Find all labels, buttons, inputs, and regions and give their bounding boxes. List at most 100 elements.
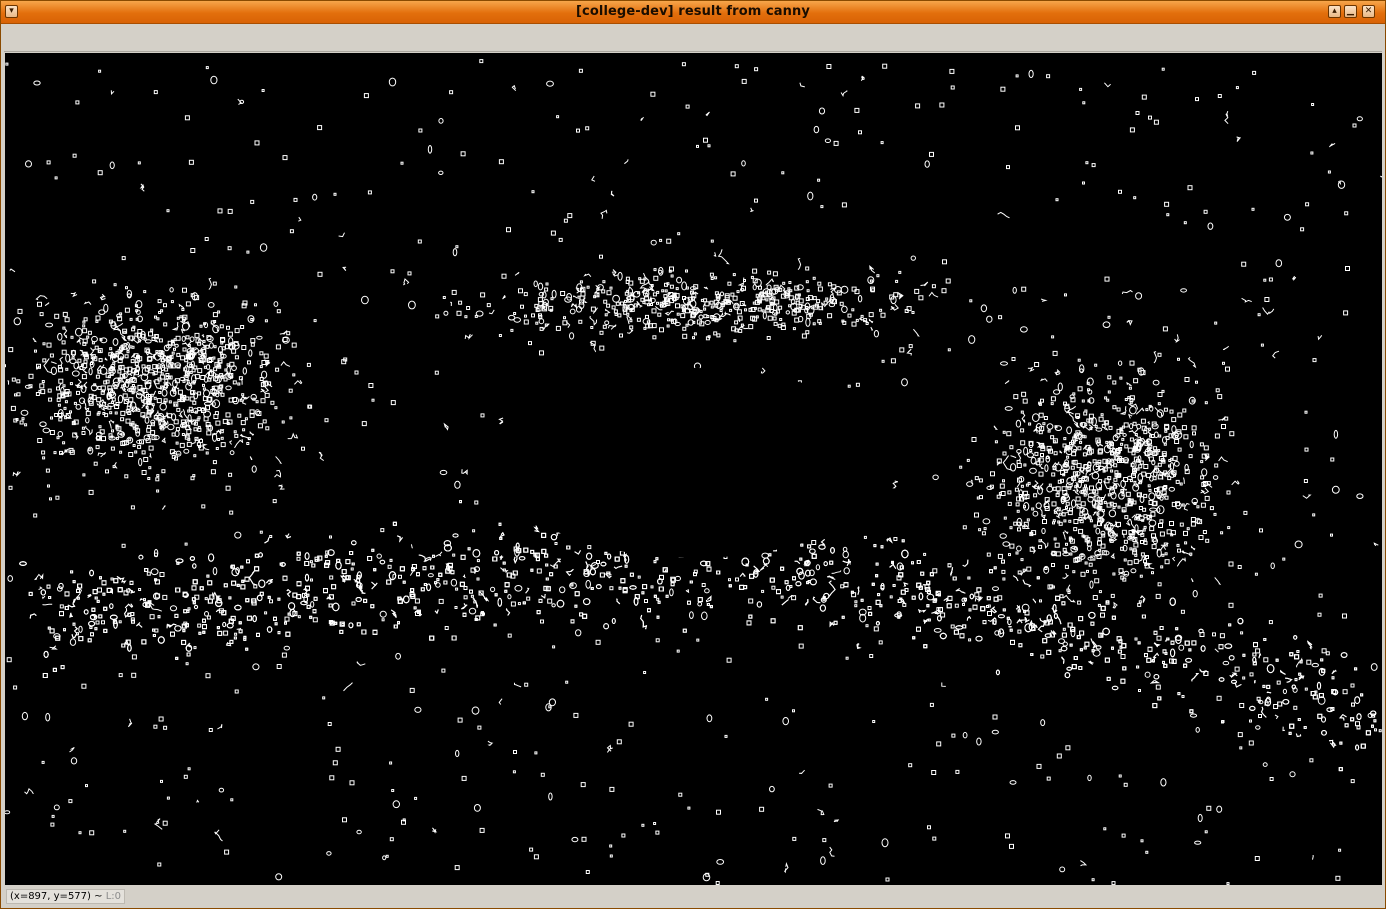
edge-fragment xyxy=(1026,452,1035,458)
edge-fragment xyxy=(229,510,234,515)
edge-fragment xyxy=(1122,433,1127,437)
edge-fragment xyxy=(45,468,50,473)
edge-fragment xyxy=(541,532,547,538)
edge-fragment xyxy=(138,554,144,560)
edge-fragment xyxy=(285,631,291,637)
edge-fragment xyxy=(1312,513,1316,517)
edge-fragment xyxy=(1350,779,1355,784)
edge-fragment xyxy=(811,553,817,559)
edge-fragment xyxy=(910,255,916,261)
edge-fragment xyxy=(607,553,612,560)
edge-fragment xyxy=(155,477,160,482)
close-button[interactable]: ✕ xyxy=(1362,5,1375,18)
edge-fragment xyxy=(368,383,374,388)
edge-fragment xyxy=(78,831,82,835)
edge-fragment xyxy=(1251,207,1255,211)
edge-fragment xyxy=(214,411,219,416)
edge-fragment xyxy=(1378,729,1382,733)
edge-fragment xyxy=(131,654,137,660)
edge-fragment xyxy=(1106,676,1111,681)
edge-fragment xyxy=(1104,657,1110,663)
edge-fragment xyxy=(703,137,708,143)
edge-fragment xyxy=(676,312,680,316)
edge-fragment xyxy=(645,314,649,319)
edge-fragment xyxy=(1159,626,1164,630)
edge-fragment xyxy=(1156,507,1161,513)
edge-fragment xyxy=(1055,595,1061,601)
edge-fragment xyxy=(111,397,116,402)
edge-fragment xyxy=(1080,571,1086,577)
edge-fragment xyxy=(595,584,602,590)
edge-fragment xyxy=(1009,780,1017,785)
edge-fragment xyxy=(296,581,302,587)
edge-fragment xyxy=(1262,307,1275,316)
edge-fragment xyxy=(1209,506,1214,511)
edge-fragment xyxy=(840,90,848,98)
edge-fragment xyxy=(170,450,180,455)
edge-fragment xyxy=(174,613,179,618)
edge-fragment xyxy=(558,237,563,242)
edge-fragment xyxy=(83,301,92,305)
edge-fragment xyxy=(158,716,164,722)
edge-fragment xyxy=(1163,442,1167,446)
edge-fragment xyxy=(841,305,848,313)
edge-fragment xyxy=(643,671,647,674)
edge-fragment xyxy=(589,315,598,326)
minimize-button[interactable]: ▁ xyxy=(1344,5,1357,18)
edge-fragment xyxy=(1351,702,1355,707)
edge-fragment xyxy=(987,611,992,616)
edge-fragment xyxy=(869,279,873,283)
edge-fragment xyxy=(1220,531,1224,535)
edge-fragment xyxy=(1004,406,1013,411)
edge-fragment xyxy=(1317,335,1323,341)
edge-fragment xyxy=(451,635,457,641)
image-canvas[interactable] xyxy=(5,53,1382,885)
edge-fragment xyxy=(284,616,290,622)
edge-fragment xyxy=(1107,493,1111,497)
edge-fragment xyxy=(797,625,803,631)
edge-fragment xyxy=(109,411,113,415)
edge-fragment xyxy=(1092,595,1098,600)
edge-fragment xyxy=(1212,632,1216,637)
edge-fragment xyxy=(354,370,359,375)
edge-fragment xyxy=(1117,649,1122,654)
edge-fragment xyxy=(208,553,215,562)
edge-fragment xyxy=(1022,568,1026,572)
edge-fragment xyxy=(1350,683,1355,688)
edge-fragment xyxy=(217,630,223,636)
edge-fragment xyxy=(202,630,206,634)
edge-fragment xyxy=(1075,496,1081,502)
edge-fragment xyxy=(1266,691,1272,694)
edge-fragment xyxy=(338,232,345,238)
edge-fragment xyxy=(270,400,275,405)
edge-fragment xyxy=(81,683,87,689)
edge-fragment xyxy=(1297,718,1301,721)
edge-fragment xyxy=(536,568,542,574)
edge-fragment xyxy=(57,332,63,341)
edge-fragment xyxy=(234,355,239,360)
edge-fragment xyxy=(820,205,824,209)
edge-fragment xyxy=(215,393,220,398)
edge-fragment xyxy=(980,606,986,612)
edge-fragment xyxy=(19,561,27,566)
edge-fragment xyxy=(150,328,154,332)
edge-fragment xyxy=(215,609,221,613)
edge-fragment xyxy=(157,299,162,304)
shade-button[interactable]: ▴ xyxy=(1328,5,1341,18)
edge-fragment xyxy=(164,367,169,372)
edge-fragment xyxy=(1077,600,1082,605)
edge-fragment xyxy=(640,116,644,121)
edge-fragment xyxy=(256,335,263,340)
edge-fragment xyxy=(183,367,188,372)
edge-fragment xyxy=(199,586,204,591)
edge-fragment xyxy=(1143,430,1148,435)
edge-fragment xyxy=(1007,490,1012,495)
edge-fragment xyxy=(1354,667,1358,671)
edge-fragment xyxy=(493,623,497,627)
title-bar[interactable]: ▾ [college-dev] result from canny ▴ ▁ ✕ xyxy=(1,1,1385,24)
edge-fragment xyxy=(1309,758,1314,763)
edge-fragment xyxy=(1302,494,1312,499)
edge-fragment xyxy=(432,554,435,558)
edge-fragment xyxy=(1331,485,1340,494)
edge-fragment xyxy=(452,533,459,538)
